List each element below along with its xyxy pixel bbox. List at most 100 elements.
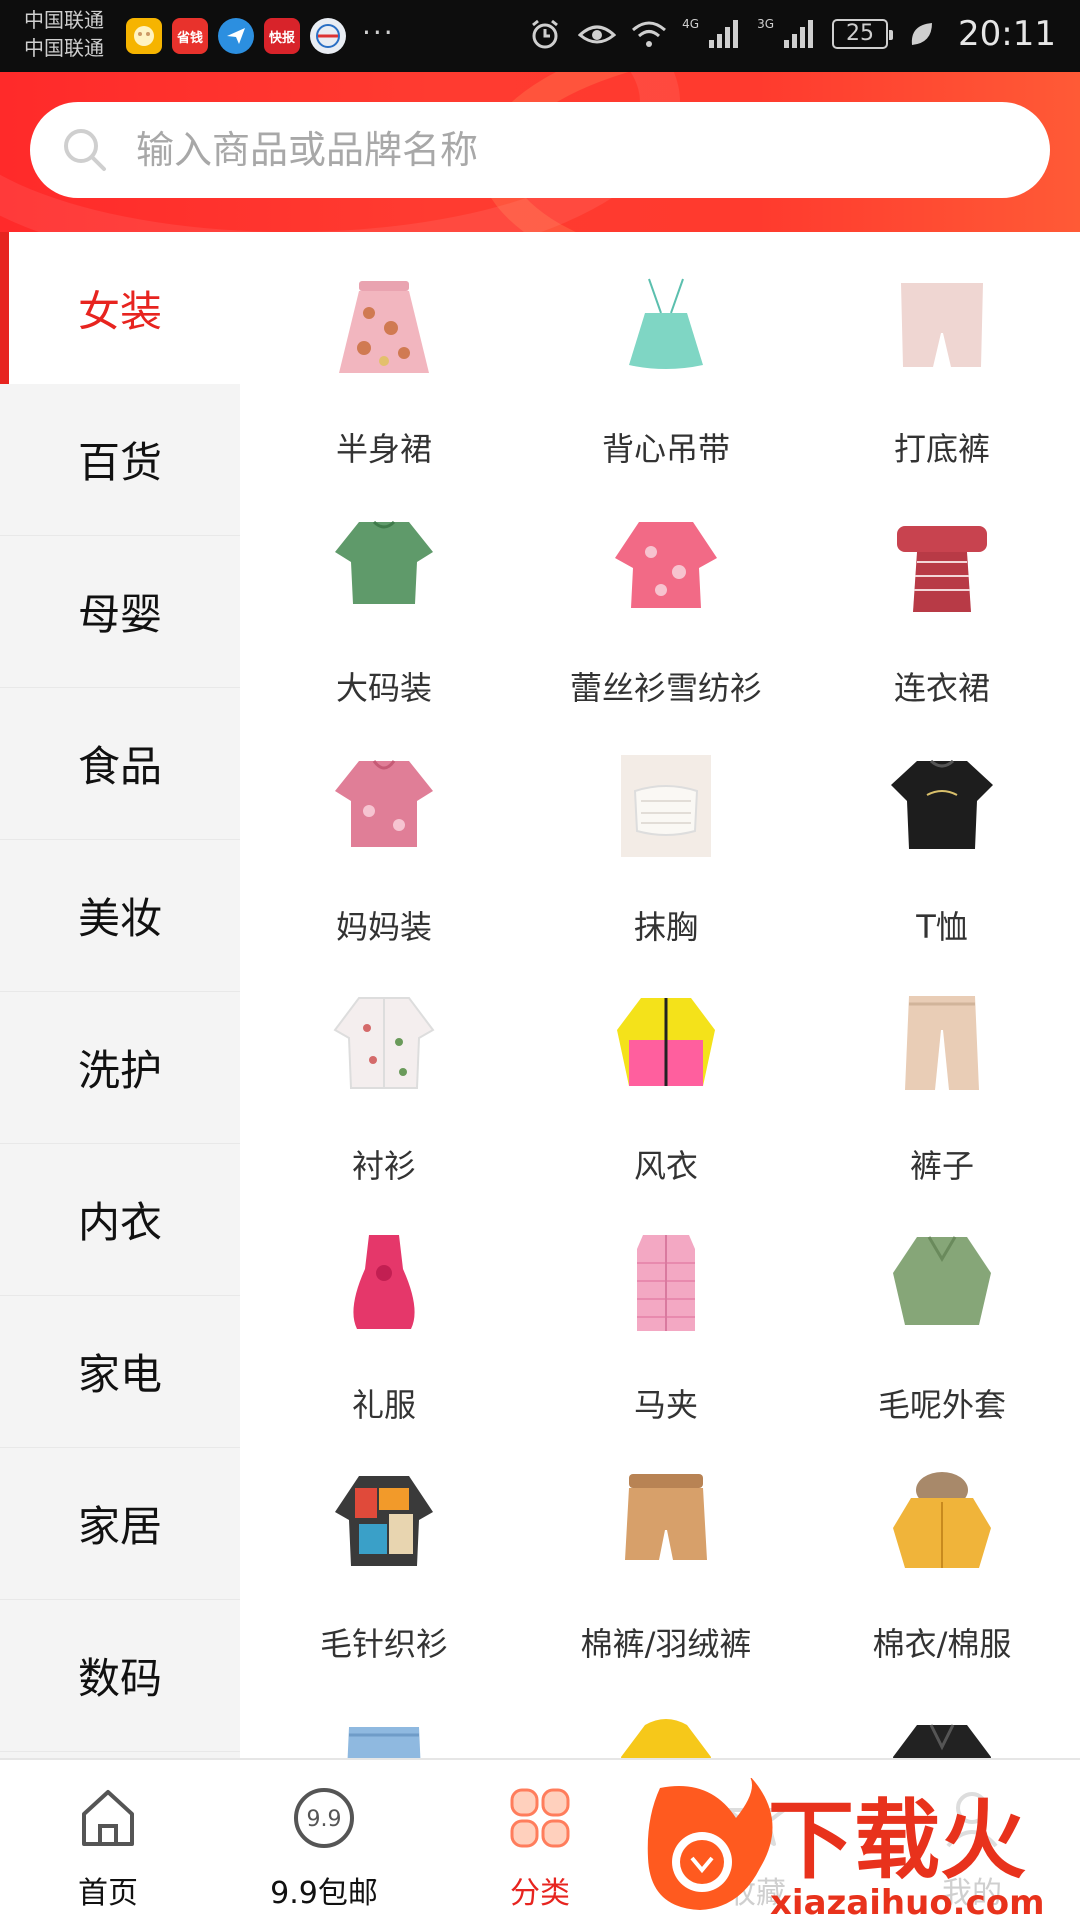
search-box[interactable] bbox=[30, 102, 1050, 198]
sidebar-item-general-goods[interactable]: 百货 bbox=[0, 384, 240, 536]
sidebar-item-home[interactable]: 家居 bbox=[0, 1448, 240, 1600]
subcategory-item[interactable]: 半身裙 bbox=[240, 268, 528, 507]
tab-nine-nine[interactable]: 9.9 9.9包邮 bbox=[216, 1760, 432, 1920]
subcategory-item[interactable]: 抹胸 bbox=[528, 746, 804, 985]
tube-top-thumbnail bbox=[606, 746, 726, 866]
subcategory-label: 马夹 bbox=[633, 1386, 698, 1424]
clock: 20:11 bbox=[958, 14, 1056, 54]
plus-size-top-thumbnail bbox=[324, 507, 444, 627]
subcategory-item[interactable]: 毛针织衫 bbox=[240, 1463, 528, 1702]
sidebar-item-food[interactable]: 食品 bbox=[0, 688, 240, 840]
windbreaker-thumbnail bbox=[606, 985, 726, 1105]
tab-category[interactable]: 分类 bbox=[432, 1760, 648, 1920]
sidebar-item-mother-baby[interactable]: 母婴 bbox=[0, 536, 240, 688]
subcategory-label: 背心吊带 bbox=[601, 430, 730, 468]
battery-indicator: 25 bbox=[832, 19, 894, 49]
subcategory-item[interactable]: 蕾丝衫雪纺衫 bbox=[528, 507, 804, 746]
vest-thumbnail bbox=[606, 1224, 726, 1344]
carrier-1: 中国联通 bbox=[24, 8, 104, 32]
sidebar-item-label: 家居 bbox=[77, 1502, 162, 1551]
subcategory-item[interactable]: T恤 bbox=[804, 746, 1080, 985]
subcategory-item[interactable]: 裤子 bbox=[804, 985, 1080, 1224]
search-input[interactable] bbox=[136, 105, 1050, 195]
subcategory-label: 连衣裙 bbox=[893, 669, 990, 707]
status-bar: 中国联通 中国联通 省钱 快报 ··· 4G 3G 25 20:11 bbox=[0, 0, 1080, 72]
sidebar-item-label: 美妆 bbox=[77, 894, 162, 943]
watermark-brand: 下载火 bbox=[768, 1791, 1026, 1891]
carrier-info: 中国联通 中国联通 bbox=[24, 6, 104, 62]
subcategory-item[interactable]: 马夹 bbox=[528, 1224, 804, 1463]
subcategory-label: 衬衫 bbox=[351, 1147, 416, 1185]
sidebar-item-underwear[interactable]: 内衣 bbox=[0, 1144, 240, 1296]
category-sidebar: 女装 百货 母婴 食品 美妆 洗护 内衣 家电 家居 数码 bbox=[0, 232, 240, 1758]
gown-thumbnail bbox=[324, 1224, 444, 1344]
paper-plane-app-icon bbox=[218, 18, 254, 54]
subcategory-item[interactable]: 背心吊带 bbox=[528, 268, 804, 507]
subcategory-item[interactable]: 毛呢外套 bbox=[804, 1224, 1080, 1463]
subcategory-item[interactable]: 打底裤 bbox=[804, 268, 1080, 507]
leaf-icon bbox=[902, 15, 940, 53]
app-notification-icon bbox=[126, 18, 162, 54]
svg-text:9.9: 9.9 bbox=[307, 1807, 342, 1832]
subcategory-item[interactable]: 棉衣/棉服 bbox=[804, 1463, 1080, 1702]
subcategory-item[interactable]: 礼服 bbox=[240, 1224, 528, 1463]
eye-comfort-icon bbox=[578, 15, 617, 53]
sidebar-item-label: 数码 bbox=[77, 1654, 162, 1703]
carrier-2: 中国联通 bbox=[24, 36, 104, 60]
sidebar-item-digital[interactable]: 数码 bbox=[0, 1600, 240, 1752]
sidebar-item-label: 家电 bbox=[77, 1350, 162, 1399]
subcategory-label: 风衣 bbox=[633, 1147, 698, 1185]
subcategory-item[interactable]: 妈妈装 bbox=[240, 746, 528, 985]
sidebar-item-label: 洗护 bbox=[77, 1046, 162, 1095]
mom-wear-thumbnail bbox=[324, 746, 444, 866]
tab-label: 分类 bbox=[510, 1876, 570, 1911]
globe-app-icon bbox=[310, 18, 346, 54]
subcategory-label: 打底裤 bbox=[893, 430, 990, 468]
subcategory-item[interactable]: 棉裤/羽绒裤 bbox=[528, 1463, 804, 1702]
dress-thumbnail bbox=[882, 507, 1002, 627]
yellow-sweater-thumbnail bbox=[606, 1702, 726, 1758]
subcategory-item[interactable]: 连衣裙 bbox=[804, 507, 1080, 746]
camisole-thumbnail bbox=[606, 268, 726, 388]
subcategory-item[interactable] bbox=[804, 1702, 1080, 1758]
subcategory-label: 礼服 bbox=[351, 1386, 416, 1424]
shengqian-app-icon: 省钱 bbox=[172, 18, 208, 54]
subcategory-label: 棉衣/棉服 bbox=[872, 1625, 1012, 1663]
shengqian-app-text: 省钱 bbox=[176, 30, 203, 46]
subcategory-grid: 半身裙 背心吊带 打底裤 大码装 蕾丝衫雪纺衫 连衣裙 妈妈装 抹胸 T恤 衬衫… bbox=[240, 232, 1080, 1758]
signal-4g-icon bbox=[705, 15, 743, 53]
sidebar-item-beauty[interactable]: 美妆 bbox=[0, 840, 240, 992]
notification-icons: 省钱 快报 ··· bbox=[126, 18, 395, 54]
leather-jacket-thumbnail bbox=[882, 1702, 1002, 1758]
nine-nine-icon: 9.9 bbox=[294, 1788, 354, 1848]
tab-label: 9.9包邮 bbox=[270, 1876, 378, 1911]
signal-3g-icon bbox=[780, 15, 818, 53]
sidebar-item-label: 食品 bbox=[77, 742, 162, 791]
sidebar-item-appliances[interactable]: 家电 bbox=[0, 1296, 240, 1448]
sidebar-item-label: 女装 bbox=[77, 286, 162, 336]
search-icon bbox=[62, 127, 108, 173]
system-icons: 4G 3G 25 20:11 bbox=[526, 14, 1056, 54]
subcategory-label: 棉裤/羽绒裤 bbox=[580, 1625, 752, 1663]
wool-coat-thumbnail bbox=[882, 1224, 1002, 1344]
sidebar-item-womens-clothing[interactable]: 女装 bbox=[0, 232, 240, 384]
sidebar-item-personal-care[interactable]: 洗护 bbox=[0, 992, 240, 1144]
header bbox=[0, 72, 1080, 232]
shirt-thumbnail bbox=[324, 985, 444, 1105]
sidebar-item-label: 百货 bbox=[77, 438, 162, 487]
sidebar-item-label: 内衣 bbox=[77, 1198, 162, 1247]
subcategory-item[interactable] bbox=[528, 1702, 804, 1758]
subcategory-item[interactable]: 衬衫 bbox=[240, 985, 528, 1224]
subcategory-item[interactable]: 风衣 bbox=[528, 985, 804, 1224]
subcategory-grid-inner: 半身裙 背心吊带 打底裤 大码装 蕾丝衫雪纺衫 连衣裙 妈妈装 抹胸 T恤 衬衫… bbox=[240, 232, 1080, 1758]
subcategory-label: 妈妈装 bbox=[335, 908, 432, 946]
tab-home[interactable]: 首页 bbox=[0, 1760, 216, 1920]
alarm-icon bbox=[526, 15, 564, 53]
category-icon bbox=[510, 1788, 570, 1848]
trousers-thumbnail bbox=[882, 985, 1002, 1105]
subcategory-item[interactable]: 大码装 bbox=[240, 507, 528, 746]
subcategory-label: 半身裙 bbox=[335, 430, 432, 468]
wifi-icon bbox=[630, 15, 668, 53]
subcategory-item[interactable] bbox=[240, 1702, 528, 1758]
subcategory-label: 抹胸 bbox=[633, 908, 698, 946]
